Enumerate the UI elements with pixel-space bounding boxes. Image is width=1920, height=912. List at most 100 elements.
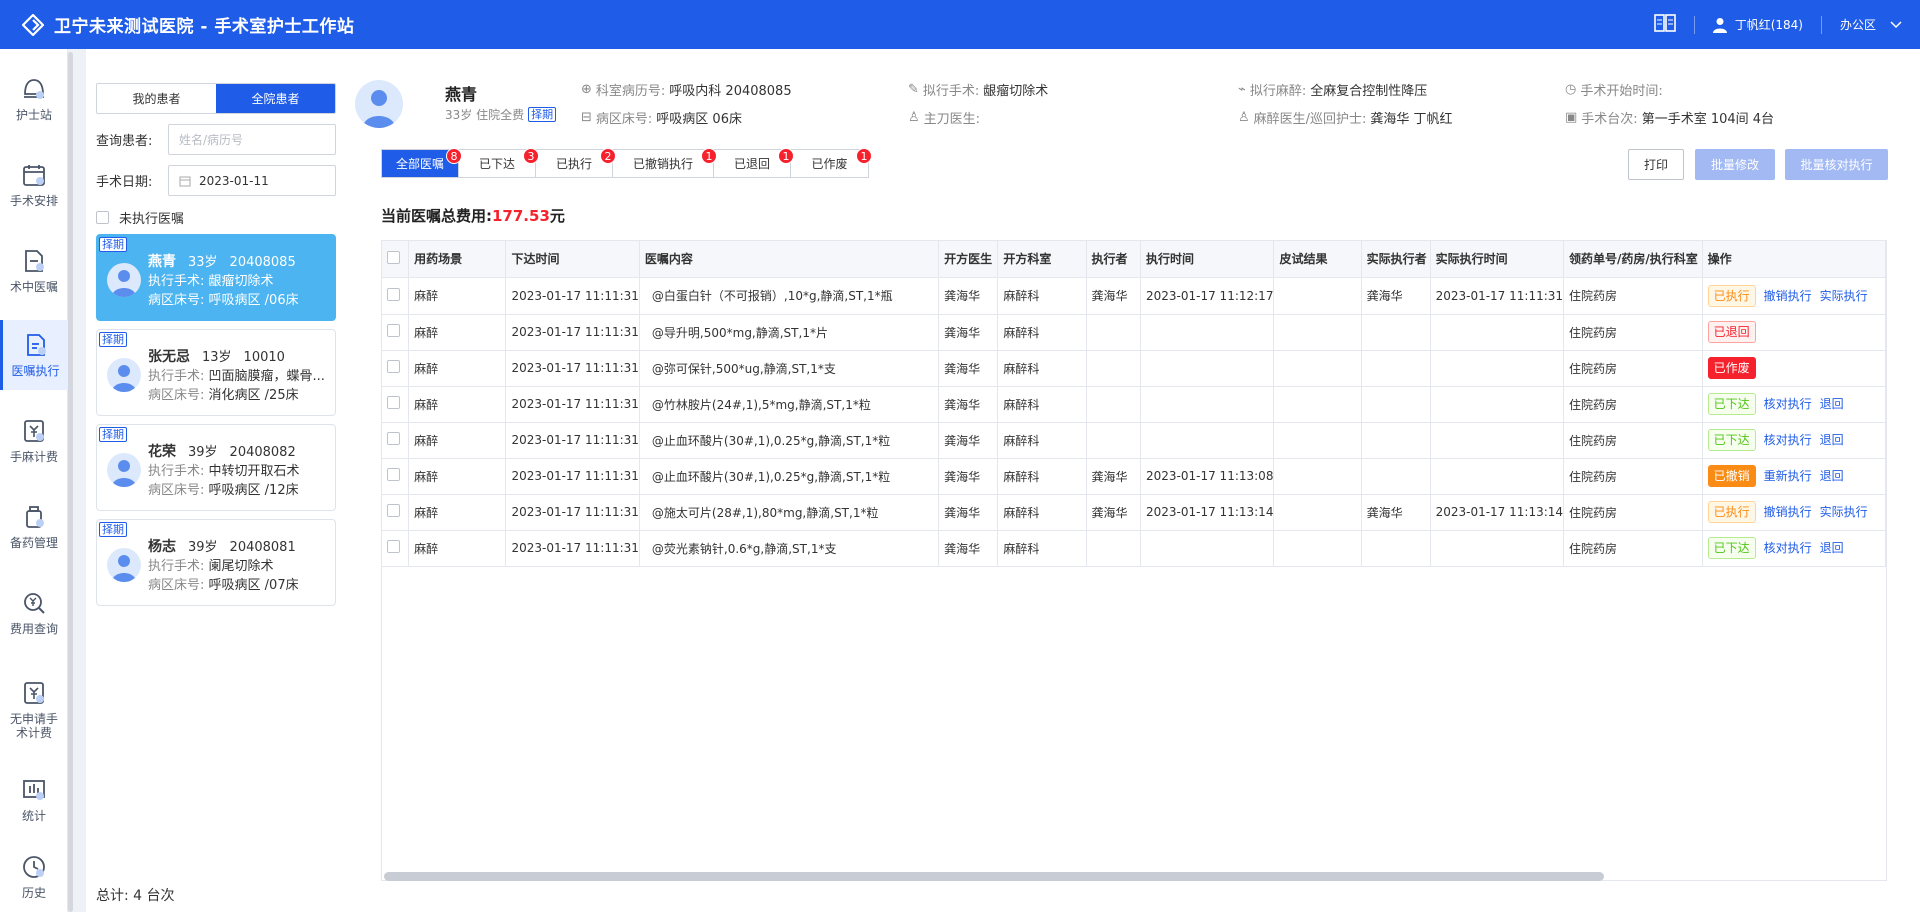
cell-executor: 龚海华 — [1086, 494, 1142, 531]
edit-document-icon — [26, 334, 46, 356]
cell-content: @弥可保针,500*ug,静滴,ST,1*支 — [639, 350, 940, 387]
column-header: 皮试结果 — [1273, 241, 1362, 278]
row-select-cell — [382, 494, 410, 531]
nav-item-anesthesia-billing[interactable]: 手麻计费 — [0, 406, 68, 476]
nav-item-fee-query[interactable]: 费用查询 — [0, 578, 68, 648]
nav-label: 历史 — [21, 886, 46, 900]
order-status-tabs: 全部医嘱 8 已下达 3 已执行 2 已撤销执行 1 已退回 1 已作废 1 — [381, 148, 872, 178]
patient-card[interactable]: 择期 燕青 33岁 20408085 执行手术: 龈瘤切除术 病区床号: 呼吸病区 … — [96, 234, 336, 321]
patient-bed: 消化病区 /25床 — [208, 388, 299, 403]
row-checkbox[interactable] — [387, 468, 400, 481]
tab-issued[interactable]: 已下达 3 — [459, 148, 539, 177]
patient-name: 花荣 — [148, 444, 176, 460]
fee-label: 当前医嘱总费用: — [381, 207, 492, 225]
document-icon — [25, 250, 44, 272]
unexecuted-checkbox[interactable] — [96, 211, 109, 224]
office-select[interactable]: 办公区 — [1840, 16, 1902, 33]
patient-card[interactable]: 择期 杨志 39岁 20408081 执行手术: 阑尾切除术 病区床号: 呼吸病区 … — [96, 519, 336, 606]
nav-item-intraop-orders[interactable]: 术中医嘱 — [0, 236, 68, 306]
action-link[interactable]: 核对执行 — [1764, 433, 1812, 447]
row-checkbox[interactable] — [387, 504, 400, 517]
patient-search-input[interactable]: 姓名/病历号 — [168, 124, 336, 155]
tab-my-patients[interactable]: 我的患者 — [97, 84, 216, 113]
surgery-date-input[interactable]: 2023-01-11 — [168, 165, 336, 196]
action-link[interactable]: 实际执行 — [1820, 505, 1868, 519]
cell-doctor: 龚海华 — [938, 422, 999, 459]
tab-returned[interactable]: 已退回 1 — [714, 148, 794, 177]
cell-actions: 已执行 撤销执行 实际执行 — [1702, 277, 1887, 315]
action-link[interactable]: 核对执行 — [1764, 397, 1812, 411]
tab-all-patients[interactable]: 全院患者 — [216, 84, 335, 113]
nav-item-order-execution[interactable]: 医嘱执行 — [0, 320, 68, 390]
nav-item-statistics[interactable]: 统计 — [0, 765, 68, 835]
cell-exec-time: 2023-01-17 11:13:14 — [1140, 494, 1275, 531]
anes-label: 拟行麻醉: — [1249, 84, 1307, 99]
cell-scene: 麻醉 — [408, 277, 507, 315]
nav-scrollbar[interactable] — [68, 52, 73, 912]
table-row[interactable]: 麻醉 2023-01-17 11:11:31 @止血环酸片(30#,1),0.25*… — [382, 422, 1887, 459]
action-link[interactable]: 退回 — [1820, 433, 1844, 447]
row-checkbox[interactable] — [387, 324, 400, 337]
action-link[interactable]: 退回 — [1820, 397, 1844, 411]
patient-card[interactable]: 择期 花荣 39岁 20408082 执行手术: 中转切开取石术 病区床号: 呼吸病… — [96, 424, 336, 511]
patient-surgery: 凹面脑膜瘤，蝶骨... — [208, 369, 325, 384]
yuan-icon — [24, 420, 44, 442]
action-link[interactable]: 核对执行 — [1764, 541, 1812, 555]
row-checkbox[interactable] — [387, 287, 400, 301]
action-link[interactable]: 实际执行 — [1820, 289, 1868, 303]
cell-pharmacy: 住院药房 — [1563, 386, 1703, 423]
batch-exec-button[interactable]: 批量核对执行 — [1785, 149, 1888, 180]
nav-item-nurse-station[interactable]: 护士站 — [0, 64, 68, 134]
tab-all-orders[interactable]: 全部医嘱 8 — [382, 148, 462, 177]
query-label: 查询患者: — [96, 134, 153, 149]
table-row[interactable]: 麻醉 2023-01-17 11:11:31 @弥可保针,500*ug,静滴,ST,… — [382, 350, 1887, 387]
action-link[interactable]: 撤销执行 — [1764, 505, 1812, 519]
cell-skin — [1273, 458, 1362, 495]
row-select-cell — [382, 422, 410, 459]
action-link[interactable]: 重新执行 — [1764, 469, 1812, 483]
nav-item-medicine-prep[interactable]: 备药管理 — [0, 492, 68, 562]
patient-id: 20408082 — [229, 445, 296, 460]
table-row[interactable]: 麻醉 2023-01-17 11:11:31 @导升明,500*mg,静滴,ST,1… — [382, 314, 1887, 351]
nav-item-unrequested-billing[interactable]: 无申请手术计费 — [0, 664, 68, 756]
print-button[interactable]: 打印 — [1628, 149, 1684, 180]
table-row[interactable]: 麻醉 2023-01-17 11:11:31 @荧光素钠针,0.6*g,静滴,ST,… — [382, 530, 1887, 567]
user-menu[interactable]: 丁帆红(184) — [1712, 16, 1803, 33]
action-link[interactable]: 退回 — [1820, 469, 1844, 483]
cell-actual-time — [1430, 314, 1565, 351]
elective-tag: 择期 — [99, 332, 127, 347]
avatar — [107, 453, 141, 487]
select-all-checkbox[interactable] — [387, 250, 400, 264]
table-row[interactable]: 麻醉 2023-01-17 11:11:31 @止血环酸片(30#,1),0.25*… — [382, 458, 1887, 495]
tab-voided[interactable]: 已作废 1 — [791, 148, 872, 177]
tab-exec-cancelled[interactable]: 已撤销执行 1 — [613, 148, 717, 177]
action-link[interactable]: 退回 — [1820, 541, 1844, 555]
cell-dept: 麻醉科 — [997, 494, 1087, 531]
table-row[interactable]: 麻醉 2023-01-17 11:11:31 @施太可片(28#,1),80*mg,… — [382, 494, 1887, 531]
batch-edit-button[interactable]: 批量修改 — [1695, 149, 1775, 180]
table-scrollbar[interactable] — [384, 872, 1604, 881]
patient-id: 20408085 — [229, 255, 296, 270]
table-row[interactable]: 麻醉 2023-01-17 11:11:31 @白蛋白针（不可报销）,10*g,静滴… — [382, 277, 1887, 315]
nav-label: 无申请手术计费 — [9, 712, 58, 740]
room-label: 手术台次: — [1581, 112, 1638, 127]
nav-item-history[interactable]: 历史 — [0, 842, 68, 912]
office-label: 办公区 — [1839, 18, 1876, 32]
tab-executed[interactable]: 已执行 2 — [536, 148, 616, 177]
row-checkbox[interactable] — [387, 396, 400, 409]
cell-actual — [1361, 458, 1431, 495]
calendar-icon — [23, 165, 45, 186]
patient-card[interactable]: 择期 张无忌 13岁 10010 执行手术: 凹面脑膜瘤，蝶骨... 病区床号: 消… — [96, 329, 336, 416]
row-checkbox[interactable] — [387, 540, 400, 553]
help-book-icon[interactable] — [1653, 13, 1676, 36]
table-row[interactable]: 麻醉 2023-01-17 11:11:31 @竹林胺片(24#,1),5*mg,静… — [382, 386, 1887, 423]
action-link[interactable]: 撤销执行 — [1764, 289, 1812, 303]
person-icon: ♙ — [908, 110, 920, 125]
side-nav: 护士站 手术安排 术中医嘱 医嘱执行 手麻计费 备药管理 费用查询 无申请手术计… — [0, 49, 68, 912]
nav-item-surgery-schedule[interactable]: 手术安排 — [0, 150, 68, 220]
nav-label: 术中医嘱 — [9, 280, 58, 294]
row-checkbox[interactable] — [387, 360, 400, 373]
bed-label: 病区床号: — [148, 483, 205, 498]
row-checkbox[interactable] — [387, 432, 400, 445]
cell-actual-time: 2023-01-17 11:13:14 — [1430, 494, 1565, 531]
